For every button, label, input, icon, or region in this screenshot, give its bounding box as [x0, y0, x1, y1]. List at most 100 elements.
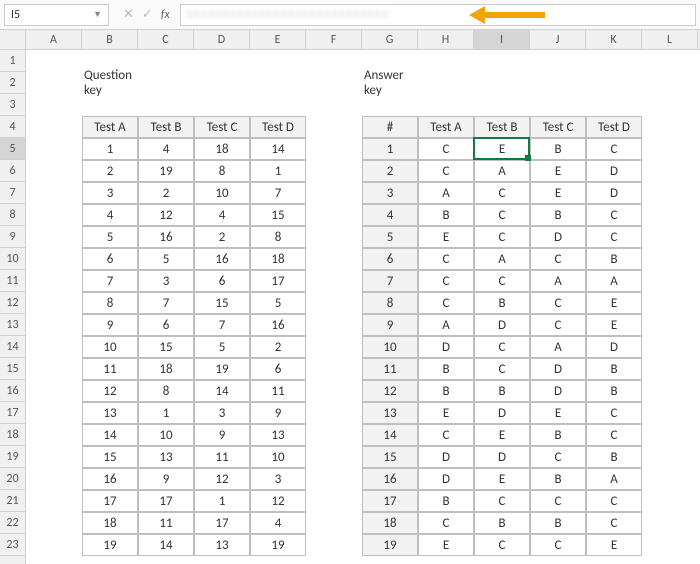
- cell[interactable]: [642, 292, 698, 314]
- a-cell[interactable]: B: [586, 446, 642, 468]
- cell[interactable]: [306, 94, 362, 116]
- a-cell[interactable]: D: [586, 160, 642, 182]
- a-cell[interactable]: C: [530, 534, 586, 556]
- a-header[interactable]: Test A: [418, 116, 474, 138]
- a-cell[interactable]: D: [418, 468, 474, 490]
- q-cell[interactable]: 16: [82, 468, 138, 490]
- cell[interactable]: [474, 50, 530, 72]
- q-cell[interactable]: 4: [138, 138, 194, 160]
- cell[interactable]: [642, 468, 698, 490]
- cell[interactable]: [418, 50, 474, 72]
- a-cell[interactable]: E: [586, 292, 642, 314]
- cell[interactable]: [26, 292, 82, 314]
- q-cell[interactable]: 12: [250, 490, 306, 512]
- row-header-21[interactable]: 21: [0, 490, 25, 512]
- cell[interactable]: [26, 160, 82, 182]
- cell[interactable]: [306, 160, 362, 182]
- a-index[interactable]: 6: [362, 248, 418, 270]
- cell[interactable]: [250, 94, 306, 116]
- row-header-18[interactable]: 18: [0, 424, 25, 446]
- q-cell[interactable]: 15: [138, 336, 194, 358]
- col-header-H[interactable]: H: [418, 30, 474, 49]
- cell[interactable]: [306, 468, 362, 490]
- cell[interactable]: [642, 490, 698, 512]
- q-cell[interactable]: 10: [82, 336, 138, 358]
- cell[interactable]: [306, 490, 362, 512]
- q-cell[interactable]: 18: [250, 248, 306, 270]
- cell[interactable]: [306, 292, 362, 314]
- cell[interactable]: [138, 72, 194, 94]
- q-cell[interactable]: 13: [138, 446, 194, 468]
- a-cell[interactable]: C: [474, 490, 530, 512]
- cell[interactable]: [26, 248, 82, 270]
- a-cell[interactable]: C: [474, 336, 530, 358]
- cell[interactable]: [26, 402, 82, 424]
- a-header[interactable]: Test B: [474, 116, 530, 138]
- col-header-D[interactable]: D: [194, 30, 250, 49]
- q-cell[interactable]: 15: [82, 446, 138, 468]
- cell[interactable]: [642, 248, 698, 270]
- cell[interactable]: [26, 424, 82, 446]
- row-header-22[interactable]: 22: [0, 512, 25, 534]
- a-cell[interactable]: A: [474, 248, 530, 270]
- a-cell[interactable]: E: [530, 160, 586, 182]
- row-header-12[interactable]: 12: [0, 292, 25, 314]
- col-header-I[interactable]: I: [474, 30, 530, 49]
- cell[interactable]: [194, 50, 250, 72]
- row-header-2[interactable]: 2: [0, 72, 25, 94]
- q-cell[interactable]: 1: [250, 160, 306, 182]
- a-cell[interactable]: C: [586, 490, 642, 512]
- row-header-3[interactable]: 3: [0, 94, 25, 116]
- q-cell[interactable]: 8: [138, 380, 194, 402]
- q-cell[interactable]: 2: [138, 182, 194, 204]
- a-cell[interactable]: B: [530, 204, 586, 226]
- cell[interactable]: [306, 226, 362, 248]
- a-index[interactable]: 18: [362, 512, 418, 534]
- a-cell[interactable]: C: [474, 226, 530, 248]
- a-cell[interactable]: D: [586, 336, 642, 358]
- cell[interactable]: [26, 204, 82, 226]
- a-cell[interactable]: E: [418, 402, 474, 424]
- a-cell[interactable]: C: [474, 534, 530, 556]
- a-cell[interactable]: D: [474, 446, 530, 468]
- q-cell[interactable]: 12: [194, 468, 250, 490]
- q-cell[interactable]: 11: [82, 358, 138, 380]
- q-cell[interactable]: 12: [138, 204, 194, 226]
- q-cell[interactable]: 6: [138, 314, 194, 336]
- a-cell[interactable]: C: [530, 446, 586, 468]
- a-cell[interactable]: E: [586, 314, 642, 336]
- fx-icon[interactable]: fx: [161, 8, 170, 22]
- q-cell[interactable]: 1: [138, 402, 194, 424]
- q-cell[interactable]: 5: [250, 292, 306, 314]
- q-cell[interactable]: 16: [250, 314, 306, 336]
- cell[interactable]: [642, 50, 698, 72]
- cell[interactable]: [26, 226, 82, 248]
- a-index[interactable]: 4: [362, 204, 418, 226]
- a-index[interactable]: 12: [362, 380, 418, 402]
- cell[interactable]: [250, 50, 306, 72]
- col-header-B[interactable]: B: [82, 30, 138, 49]
- cell[interactable]: [26, 138, 82, 160]
- cell[interactable]: [642, 314, 698, 336]
- cell[interactable]: [26, 116, 82, 138]
- row-header-10[interactable]: 10: [0, 248, 25, 270]
- cell[interactable]: [306, 314, 362, 336]
- name-box[interactable]: I5 ▼: [4, 4, 109, 26]
- a-index[interactable]: 7: [362, 270, 418, 292]
- cell[interactable]: [530, 72, 586, 94]
- cell[interactable]: [642, 116, 698, 138]
- cell[interactable]: [642, 424, 698, 446]
- a-index[interactable]: 1: [362, 138, 418, 160]
- q-cell[interactable]: 18: [194, 138, 250, 160]
- a-cell[interactable]: C: [586, 226, 642, 248]
- a-cell[interactable]: B: [474, 292, 530, 314]
- cell[interactable]: [306, 50, 362, 72]
- q-cell[interactable]: 2: [250, 336, 306, 358]
- q-cell[interactable]: 17: [138, 490, 194, 512]
- cell[interactable]: [418, 72, 474, 94]
- col-header-C[interactable]: C: [138, 30, 194, 49]
- q-cell[interactable]: 13: [194, 534, 250, 556]
- row-header-1[interactable]: 1: [0, 50, 25, 72]
- a-index[interactable]: 19: [362, 534, 418, 556]
- a-cell[interactable]: B: [418, 490, 474, 512]
